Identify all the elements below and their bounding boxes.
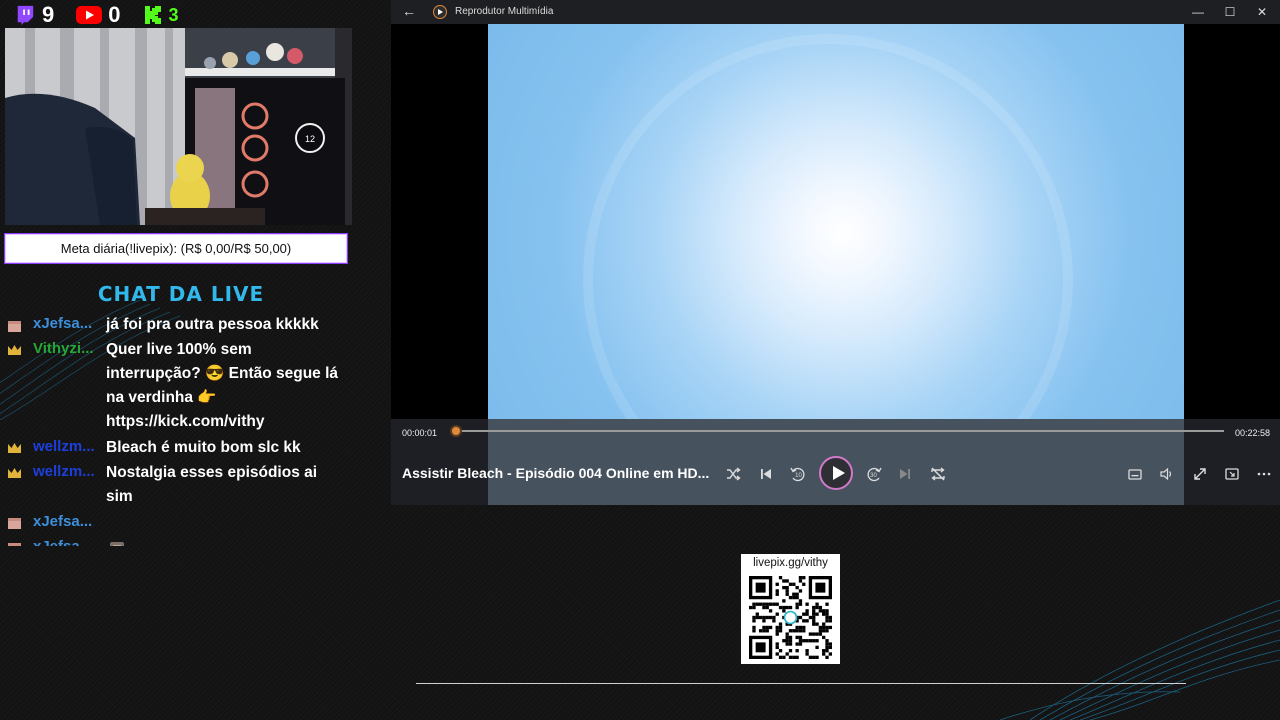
maximize-button[interactable]: ☐ — [1220, 4, 1240, 20]
crown-badge-icon — [8, 345, 21, 355]
svg-text:10: 10 — [795, 473, 802, 479]
title-bar: ← Reprodutor Multimídia — ☐ ✕ — [391, 0, 1280, 24]
chat-username: xJefsa... — [33, 316, 93, 332]
svg-text:12: 12 — [305, 134, 315, 144]
donation-goal-text: Meta diária(!livepix): (R$ 0,00/R$ 50,00… — [60, 241, 292, 256]
webcam-feed: 12 — [5, 28, 352, 225]
skip-forward-30-icon[interactable]: 30 — [863, 463, 885, 485]
emote-icon — [110, 541, 124, 546]
media-player-app-icon — [433, 5, 447, 19]
media-player-window: ← Reprodutor Multimídia — ☐ ✕ 00:00:01 0… — [391, 0, 1280, 505]
shuffle-icon[interactable] — [722, 463, 744, 485]
twitch-count: 9 — [42, 2, 55, 27]
more-options-icon[interactable] — [1253, 463, 1275, 485]
kick-counter: 3 — [143, 4, 179, 26]
mini-player-icon[interactable] — [1221, 463, 1243, 485]
box-badge-icon — [8, 518, 21, 529]
chat-username: xJefsa... — [33, 513, 93, 530]
webcam-image: 12 — [5, 28, 352, 225]
chat-message: Vithyzi... Quer live 100% sem interrupçã… — [0, 338, 380, 436]
platform-counters: 9 0 3 — [14, 3, 195, 27]
back-arrow-icon[interactable]: ← — [402, 3, 416, 19]
kick-count: 3 — [168, 5, 179, 25]
duration: 00:22:58 — [1235, 428, 1271, 438]
divider-line — [416, 683, 1186, 684]
subtitles-icon[interactable] — [1124, 463, 1146, 485]
seek-handle[interactable] — [449, 425, 462, 437]
chat-username: wellzm... — [33, 463, 95, 480]
seek-bar[interactable] — [455, 430, 1224, 432]
app-title: Reprodutor Multimídia — [455, 6, 554, 17]
current-time: 00:00:01 — [402, 428, 438, 438]
decorative-lines — [1000, 599, 1280, 720]
crown-badge-icon — [8, 468, 21, 478]
fullscreen-icon[interactable] — [1189, 463, 1211, 485]
chat-username: wellzm... — [33, 438, 95, 455]
twitch-icon — [17, 5, 34, 25]
youtube-count: 0 — [108, 2, 121, 27]
box-badge-icon — [8, 543, 21, 546]
crown-badge-icon — [8, 443, 21, 453]
twitch-counter: 9 — [14, 4, 54, 26]
chat-text: já foi pra outra pessoa kkkkk — [106, 316, 319, 333]
chat-message: wellzm... Nostalgia esses episódios ai s… — [0, 461, 380, 511]
livepix-qr-card: livepix.gg/vithy — [741, 554, 840, 664]
repeat-off-icon[interactable] — [927, 463, 949, 485]
next-icon[interactable] — [894, 463, 916, 485]
chat-username: Vithyzi... — [33, 340, 94, 357]
chat-text: Quer live 100% sem interrupção? 😎 Então … — [106, 341, 339, 430]
video-frame[interactable] — [488, 24, 1184, 419]
video-title: Assistir Bleach - Episódio 004 Online em… — [402, 465, 710, 481]
play-button[interactable] — [819, 456, 853, 490]
chat-text: Bleach é muito bom slc kk — [106, 439, 301, 456]
donation-goal-bar: Meta diária(!livepix): (R$ 0,00/R$ 50,00… — [5, 234, 347, 263]
playback-controls: 00:00:01 00:22:58 Assistir Bleach - Epis… — [391, 419, 1280, 505]
youtube-icon — [76, 6, 103, 24]
youtube-counter: 0 — [76, 2, 121, 27]
chat-message: xJefsa... — [0, 536, 380, 546]
chat-username: xJefsa... — [33, 538, 98, 546]
svg-text:30: 30 — [870, 473, 877, 479]
chat-message: wellzm... Bleach é muito bom slc kk — [0, 436, 380, 461]
close-button[interactable]: ✕ — [1252, 4, 1272, 20]
minimize-button[interactable]: — — [1188, 4, 1208, 20]
kick-icon — [144, 6, 161, 24]
chat-panel: xJefsa... já foi pra outra pessoa kkkkk … — [0, 316, 380, 546]
box-badge-icon — [8, 321, 21, 332]
skip-back-10-icon[interactable]: 10 — [787, 463, 809, 485]
previous-icon[interactable] — [755, 463, 777, 485]
chat-text — [106, 536, 346, 546]
volume-icon[interactable] — [1156, 463, 1178, 485]
qr-code — [749, 576, 832, 659]
qr-label: livepix.gg/vithy — [753, 557, 828, 569]
sun-halo — [583, 34, 1073, 419]
chat-text: Nostalgia esses episódios ai sim — [106, 464, 318, 505]
chat-message: xJefsa... já foi pra outra pessoa kkkkk — [0, 316, 380, 338]
chat-message: xJefsa... — [0, 511, 380, 536]
